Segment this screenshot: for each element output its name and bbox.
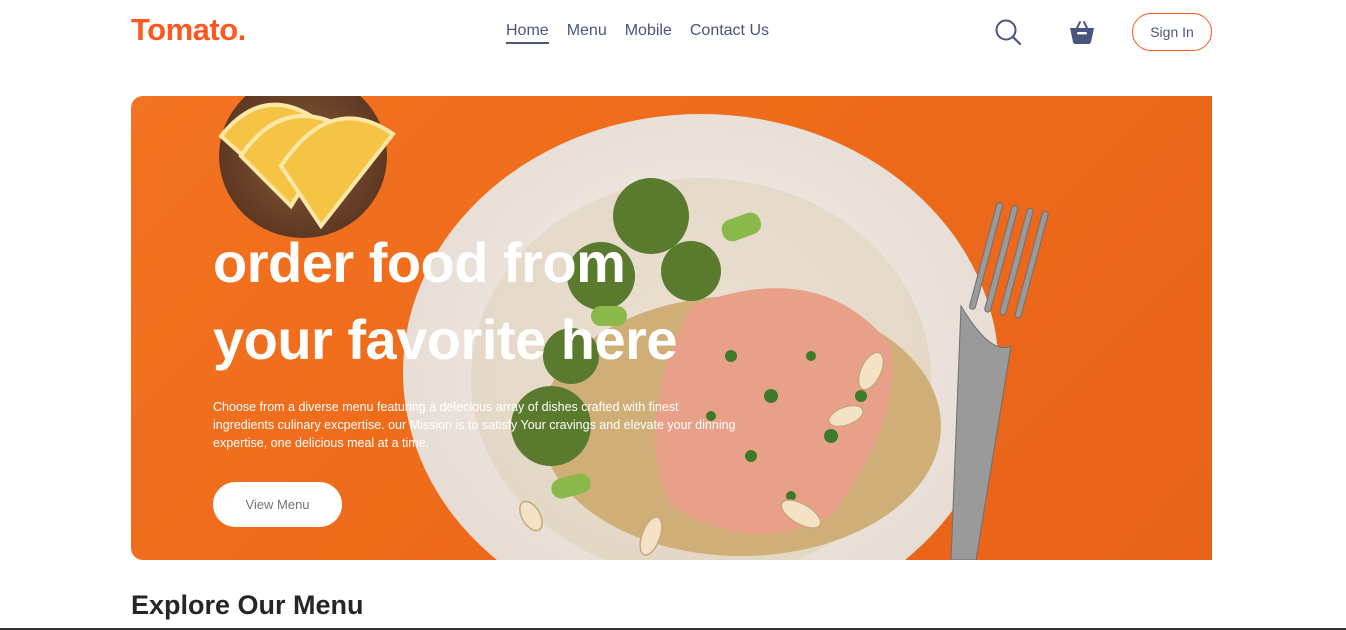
nav-right: Sign In xyxy=(994,13,1212,51)
hero-content: order food from your favorite here Choos… xyxy=(213,224,753,527)
sign-in-button[interactable]: Sign In xyxy=(1132,13,1212,51)
basket-icon[interactable] xyxy=(1068,18,1096,46)
logo[interactable]: Tomato. xyxy=(131,12,246,48)
nav-menu: Home Menu Mobile Contact Us xyxy=(506,22,769,44)
hero-description: Choose from a diverse menu featuring a d… xyxy=(213,400,736,450)
navbar: Tomato. Home Menu Mobile Contact Us Sign… xyxy=(131,0,1212,64)
nav-item-home[interactable]: Home xyxy=(506,22,549,44)
hero-title-line-2: your favorite here xyxy=(213,308,678,371)
nav-item-menu[interactable]: Menu xyxy=(567,22,607,44)
hero-title: order food from your favorite here xyxy=(213,224,753,378)
search-icon[interactable] xyxy=(994,18,1022,46)
hero-title-line-1: order food from xyxy=(213,231,626,294)
explore-menu-heading: Explore Our Menu xyxy=(131,590,364,620)
nav-item-contact-us[interactable]: Contact Us xyxy=(690,22,769,44)
nav-item-mobile[interactable]: Mobile xyxy=(625,22,672,44)
hero-banner: order food from your favorite here Choos… xyxy=(131,96,1212,560)
view-menu-button[interactable]: View Menu xyxy=(213,482,342,527)
